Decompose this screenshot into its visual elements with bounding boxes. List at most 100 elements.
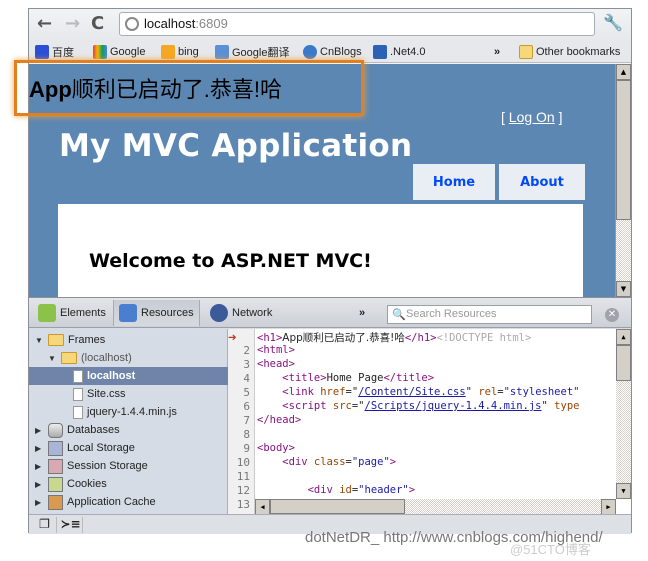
scroll-up-button[interactable]: ▲ <box>616 329 631 345</box>
logon-link[interactable]: Log On <box>509 109 555 125</box>
logon-display: [ Log On ] <box>501 109 563 125</box>
line-gutter: ➜ 2 3 4 5 6 7 8 9 10 11 12 13 <box>228 329 255 514</box>
globe-icon <box>125 17 139 31</box>
bookmark-bing[interactable]: bing <box>161 44 199 60</box>
tree-item-jquery[interactable]: jquery-1.4.4.min.js <box>29 403 228 421</box>
console-icon[interactable]: ≻≡ <box>59 517 83 533</box>
page-scrollbar[interactable]: ▲ ▼ <box>615 64 631 297</box>
url-host: localhost <box>144 16 196 31</box>
file-icon <box>73 387 83 401</box>
tab-elements[interactable]: Elements <box>33 300 111 326</box>
url-port: :6809 <box>195 16 228 31</box>
resources-icon <box>119 304 137 322</box>
other-bookmarks[interactable]: Other bookmarks <box>519 44 620 60</box>
bing-icon <box>161 45 175 59</box>
folder-icon <box>48 334 64 346</box>
site-css-link[interactable]: /Content/Site.css <box>358 386 465 398</box>
scroll-thumb[interactable] <box>616 345 631 381</box>
menu-about[interactable]: About <box>499 164 585 200</box>
scroll-right-button[interactable]: ▶ <box>601 499 616 514</box>
google-icon <box>93 45 107 59</box>
bookmark-cnblogs[interactable]: CnBlogs <box>303 44 362 60</box>
reload-button[interactable]: C <box>91 14 104 34</box>
resources-tree: ▼ Frames ▼ (localhost) localhost Site.css … <box>29 329 228 514</box>
code-line: <h1>App顺利已启动了.恭喜!哈</h1><!DOCTYPE html> <box>257 332 532 344</box>
source-viewer: ➜ 2 3 4 5 6 7 8 9 10 11 12 13 <h1>App顺利已… <box>228 329 631 514</box>
network-icon <box>210 304 228 322</box>
code-line: <head> <box>257 358 295 370</box>
cookies-icon <box>48 476 63 492</box>
scroll-thumb[interactable] <box>616 80 631 220</box>
translate-icon <box>215 45 229 59</box>
tree-item-frames[interactable]: ▼ Frames <box>29 331 228 349</box>
net-icon <box>373 45 387 59</box>
watermark-51cto: @51CTO博客 <box>510 542 591 557</box>
collapse-icon: ▶ <box>35 461 42 471</box>
bookmarks-overflow-button[interactable]: » <box>494 44 500 60</box>
browser-toolbar: ← → C localhost:6809 ☆ 🔧 <box>29 9 631 41</box>
tree-item-localhost[interactable]: localhost <box>29 367 228 385</box>
code-line: </head> <box>257 414 302 426</box>
menu-home[interactable]: Home <box>413 164 495 200</box>
cnblogs-icon <box>303 45 317 59</box>
code-horizontal-scrollbar[interactable]: ◀ ▶ <box>255 499 616 514</box>
tree-item-cookies[interactable]: ▶ Cookies <box>29 475 228 493</box>
close-icon[interactable]: ✕ <box>605 308 619 322</box>
code-line: <div class="page"> <box>282 456 397 468</box>
scroll-left-button[interactable]: ◀ <box>255 499 270 514</box>
tree-item-site-css[interactable]: Site.css <box>29 385 228 403</box>
app-cache-icon <box>48 494 63 510</box>
scroll-down-button[interactable]: ▼ <box>616 281 631 297</box>
tree-item-application-cache[interactable]: ▶ Application Cache <box>29 493 228 511</box>
code-line: <title>Home Page</title> <box>282 372 435 384</box>
expand-icon: ▼ <box>48 353 56 363</box>
tree-item-databases[interactable]: ▶ Databases <box>29 421 228 439</box>
search-resources-input[interactable]: 🔍 Search Resources <box>387 305 592 324</box>
back-button[interactable]: ← <box>37 14 52 34</box>
scroll-down-button[interactable]: ▼ <box>616 483 631 499</box>
highlight-box <box>14 60 364 116</box>
bookmark-net40[interactable]: .Net4.0 <box>373 44 425 60</box>
collapse-icon: ▶ <box>35 479 42 489</box>
tab-resources[interactable]: Resources <box>113 300 200 326</box>
devtools-toolbar: Elements Resources Network » 🔍 Search Res… <box>29 298 631 328</box>
database-icon <box>48 422 63 438</box>
code-vertical-scrollbar[interactable]: ▲ ▼ <box>616 329 631 499</box>
devtools-more-tabs-button[interactable]: » <box>359 307 365 319</box>
scroll-up-button[interactable]: ▲ <box>616 64 631 80</box>
file-icon <box>73 405 83 419</box>
code-line: <link href="/Content/Site.css" rel="styl… <box>282 386 580 398</box>
dock-icon[interactable]: ❐ <box>33 517 57 533</box>
expand-icon: ▼ <box>35 335 43 345</box>
app-title: My MVC Application <box>59 128 413 164</box>
baidu-icon <box>35 45 49 59</box>
local-storage-icon <box>48 440 63 456</box>
bookmark-baidu[interactable]: 百度 <box>35 44 74 60</box>
elements-icon <box>38 304 56 322</box>
bookmark-google[interactable]: Google <box>93 44 145 60</box>
tab-network[interactable]: Network <box>205 300 277 326</box>
code-line: <html> <box>257 344 295 356</box>
wrench-menu-icon[interactable]: 🔧 <box>603 13 623 32</box>
collapse-icon: ▶ <box>35 425 42 435</box>
bookmark-google-translate[interactable]: Google翻译 <box>215 44 289 60</box>
tree-item-session-storage[interactable]: ▶ Session Storage <box>29 457 228 475</box>
folder-icon <box>519 45 533 59</box>
tree-item-localhost-frame[interactable]: ▼ (localhost) <box>29 349 228 367</box>
collapse-icon: ▶ <box>35 497 42 507</box>
tree-item-local-storage[interactable]: ▶ Local Storage <box>29 439 228 457</box>
jquery-link[interactable]: /Scripts/jquery-1.4.4.min.js <box>365 400 542 412</box>
collapse-icon: ▶ <box>35 443 42 453</box>
session-storage-icon <box>48 458 63 474</box>
forward-button[interactable]: → <box>65 14 80 34</box>
search-icon: 🔍 <box>392 309 406 321</box>
file-icon <box>73 369 83 383</box>
welcome-heading: Welcome to ASP.NET MVC! <box>89 250 372 272</box>
code-line: <div id="header"> <box>307 484 416 496</box>
devtools-panel: Elements Resources Network » 🔍 Search Res… <box>29 297 631 534</box>
address-bar[interactable]: localhost:6809 ☆ <box>119 12 595 36</box>
main-content: Welcome to ASP.NET MVC! <box>58 204 583 297</box>
folder-icon <box>61 352 77 364</box>
hscroll-thumb[interactable] <box>270 499 405 514</box>
code-line: <body> <box>257 442 295 454</box>
